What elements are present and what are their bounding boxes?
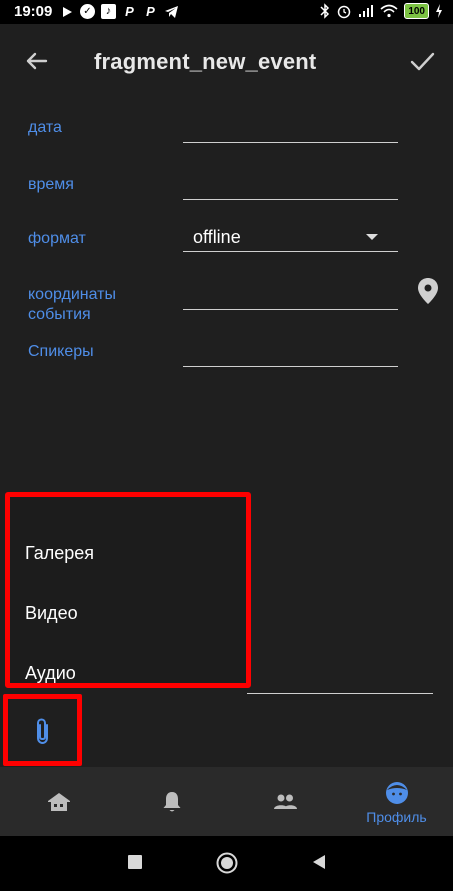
signal-icon xyxy=(359,5,374,17)
coordinates-input[interactable] xyxy=(183,309,398,310)
people-icon xyxy=(273,794,297,809)
app-screen: fragment_new_event дата время формат off… xyxy=(0,24,453,836)
telegram-icon xyxy=(165,5,178,18)
format-selected-value: offline xyxy=(193,227,241,247)
speakers-input[interactable] xyxy=(183,366,398,367)
nav-item-home[interactable] xyxy=(2,767,115,836)
bluetooth-icon xyxy=(320,3,330,19)
time-input[interactable] xyxy=(183,199,398,200)
menu-item-audio[interactable]: Аудио xyxy=(25,663,76,684)
format-underline xyxy=(183,251,398,252)
attach-button[interactable] xyxy=(3,694,82,766)
profile-face-icon xyxy=(385,781,408,804)
check-circle-icon: ✓ xyxy=(80,4,95,19)
date-input[interactable] xyxy=(183,142,398,143)
notification-icons: ✓ ♪ P P xyxy=(60,4,179,19)
bell-icon xyxy=(163,791,180,811)
home-circle-icon[interactable] xyxy=(216,852,238,874)
charging-icon xyxy=(436,4,442,18)
speakers-label: Спикеры xyxy=(28,343,94,360)
format-label: формат xyxy=(28,230,86,247)
dropdown-arrow-icon xyxy=(366,234,378,240)
date-label: дата xyxy=(28,119,62,136)
status-time: 19:09 xyxy=(14,3,53,20)
play-icon xyxy=(63,6,72,17)
nav-label-profile: Профиль xyxy=(366,808,427,825)
system-navigation-bar xyxy=(0,836,453,891)
menu-item-video[interactable]: Видео xyxy=(25,603,78,624)
nav-item-notifications[interactable] xyxy=(115,767,228,836)
alarm-icon xyxy=(338,5,351,19)
p-icon: P xyxy=(125,4,134,19)
time-label: время xyxy=(28,176,74,193)
page-title: fragment_new_event xyxy=(94,49,317,74)
p-icon: P xyxy=(146,4,155,19)
back-triangle-icon[interactable] xyxy=(310,853,328,871)
paperclip-icon xyxy=(37,718,48,745)
bottom-navigation: Профиль xyxy=(0,767,453,836)
message-input-underline[interactable] xyxy=(247,693,433,694)
attach-popup-menu: Галерея Видео Аудио xyxy=(5,492,251,688)
nav-item-profile[interactable]: Профиль xyxy=(340,767,453,836)
system-status-icons: 100 xyxy=(320,3,443,19)
wifi-icon xyxy=(380,4,398,18)
status-bar: 19:09 ✓ ♪ P P 100 xyxy=(0,0,453,24)
battery-indicator: 100 xyxy=(404,3,429,19)
music-icon: ♪ xyxy=(101,4,116,19)
coordinates-label-line2: события xyxy=(28,306,91,323)
coordinates-label-line1: координаты xyxy=(28,286,116,303)
recents-square-icon[interactable] xyxy=(126,853,144,871)
toolbar: fragment_new_event xyxy=(0,24,453,100)
home-icon xyxy=(47,792,70,811)
location-pin-icon[interactable] xyxy=(416,277,440,305)
menu-item-gallery[interactable]: Галерея xyxy=(25,543,94,564)
back-arrow-icon[interactable] xyxy=(22,46,52,76)
confirm-check-icon[interactable] xyxy=(407,46,437,76)
nav-item-people[interactable] xyxy=(228,767,341,836)
